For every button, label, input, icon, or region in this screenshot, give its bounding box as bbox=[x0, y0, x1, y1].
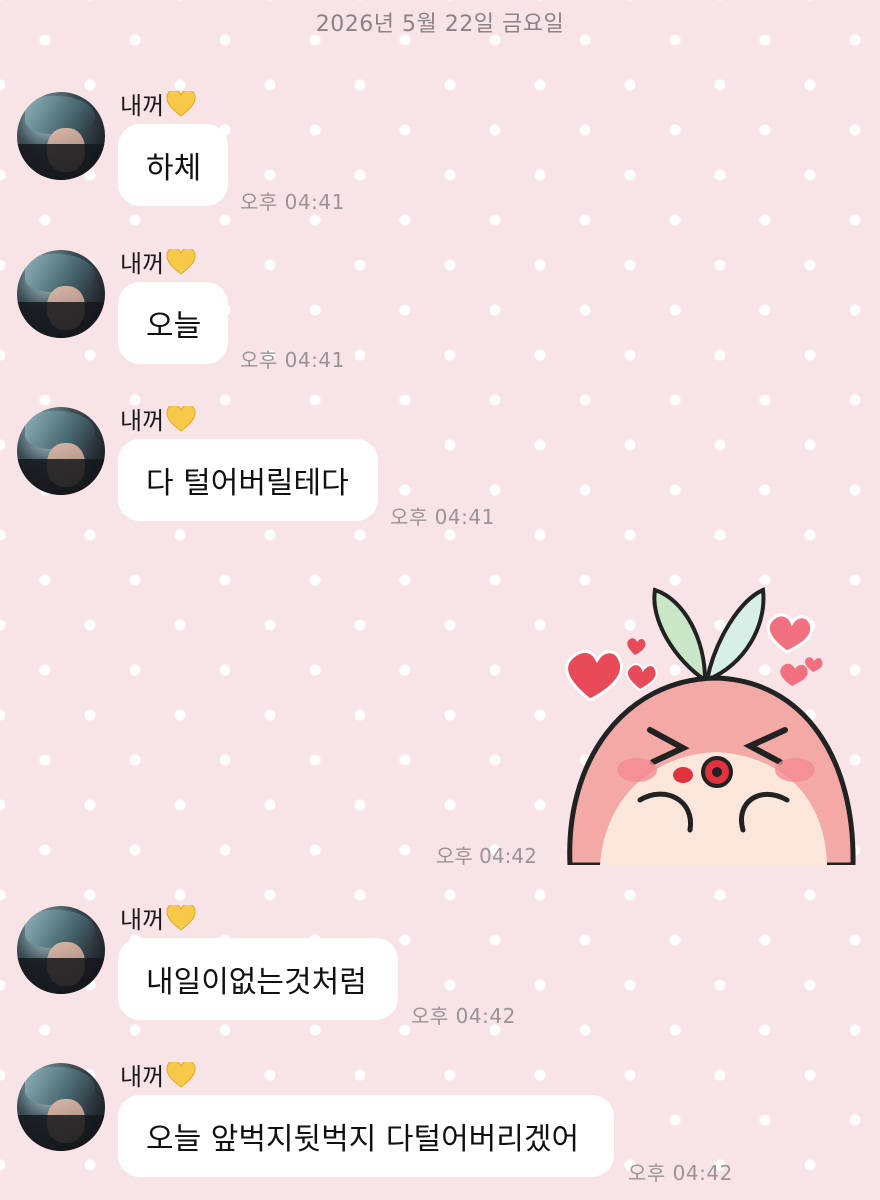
message-time: 오후 04:41 bbox=[240, 190, 345, 214]
yellow-heart-icon bbox=[166, 1061, 196, 1088]
sender-name-label: 내꺼 bbox=[120, 250, 165, 278]
yellow-heart-icon bbox=[166, 405, 196, 432]
message-bubble[interactable]: 오늘 bbox=[118, 282, 228, 364]
yellow-heart-icon bbox=[166, 904, 196, 931]
message-bubble[interactable]: 오늘 앞벅지뒷벅지 다털어버리겠어 bbox=[118, 1095, 614, 1177]
sender-name: 내꺼 bbox=[120, 1057, 196, 1092]
message-bubble[interactable]: 다 털어버릴테다 bbox=[118, 439, 378, 521]
sender-name-label: 내꺼 bbox=[120, 407, 165, 435]
message-row: 내꺼 내일이없는것처럼 오후 04:42 bbox=[0, 900, 880, 1040]
avatar[interactable] bbox=[17, 250, 105, 338]
message-row: 내꺼 하체 오후 04:41 bbox=[0, 86, 880, 226]
message-row: 내꺼 오늘 오후 04:41 bbox=[0, 244, 880, 384]
message-time: 오후 04:41 bbox=[390, 505, 495, 529]
message-bubble[interactable]: 하체 bbox=[118, 124, 228, 206]
sender-name-label: 내꺼 bbox=[120, 1063, 165, 1091]
message-row: 내꺼 오늘 앞벅지뒷벅지 다털어버리겠어 오후 04:42 bbox=[0, 1057, 880, 1197]
avatar[interactable] bbox=[17, 1063, 105, 1151]
sender-name: 내꺼 bbox=[120, 401, 196, 436]
message-time: 오후 04:42 bbox=[411, 1004, 516, 1028]
yellow-heart-icon bbox=[166, 90, 196, 117]
message-bubble[interactable]: 내일이없는것처럼 bbox=[118, 938, 398, 1020]
message-time: 오후 04:42 bbox=[628, 1161, 733, 1185]
yellow-heart-icon bbox=[166, 248, 196, 275]
message-row: 내꺼 다 털어버릴테다 오후 04:41 bbox=[0, 401, 880, 541]
avatar[interactable] bbox=[17, 906, 105, 994]
sender-name-label: 내꺼 bbox=[120, 906, 165, 934]
date-divider: 2026년 5월 22일 금요일 bbox=[315, 12, 565, 37]
sticker-time: 오후 04:42 bbox=[436, 844, 537, 868]
sender-name-label: 내꺼 bbox=[120, 92, 165, 120]
sender-name: 내꺼 bbox=[120, 244, 196, 279]
avatar[interactable] bbox=[17, 407, 105, 495]
sender-name: 내꺼 bbox=[120, 900, 196, 935]
sender-name: 내꺼 bbox=[120, 86, 196, 121]
peach-kiss-sticker[interactable] bbox=[555, 580, 880, 865]
avatar[interactable] bbox=[17, 92, 105, 180]
message-time: 오후 04:41 bbox=[240, 348, 345, 372]
